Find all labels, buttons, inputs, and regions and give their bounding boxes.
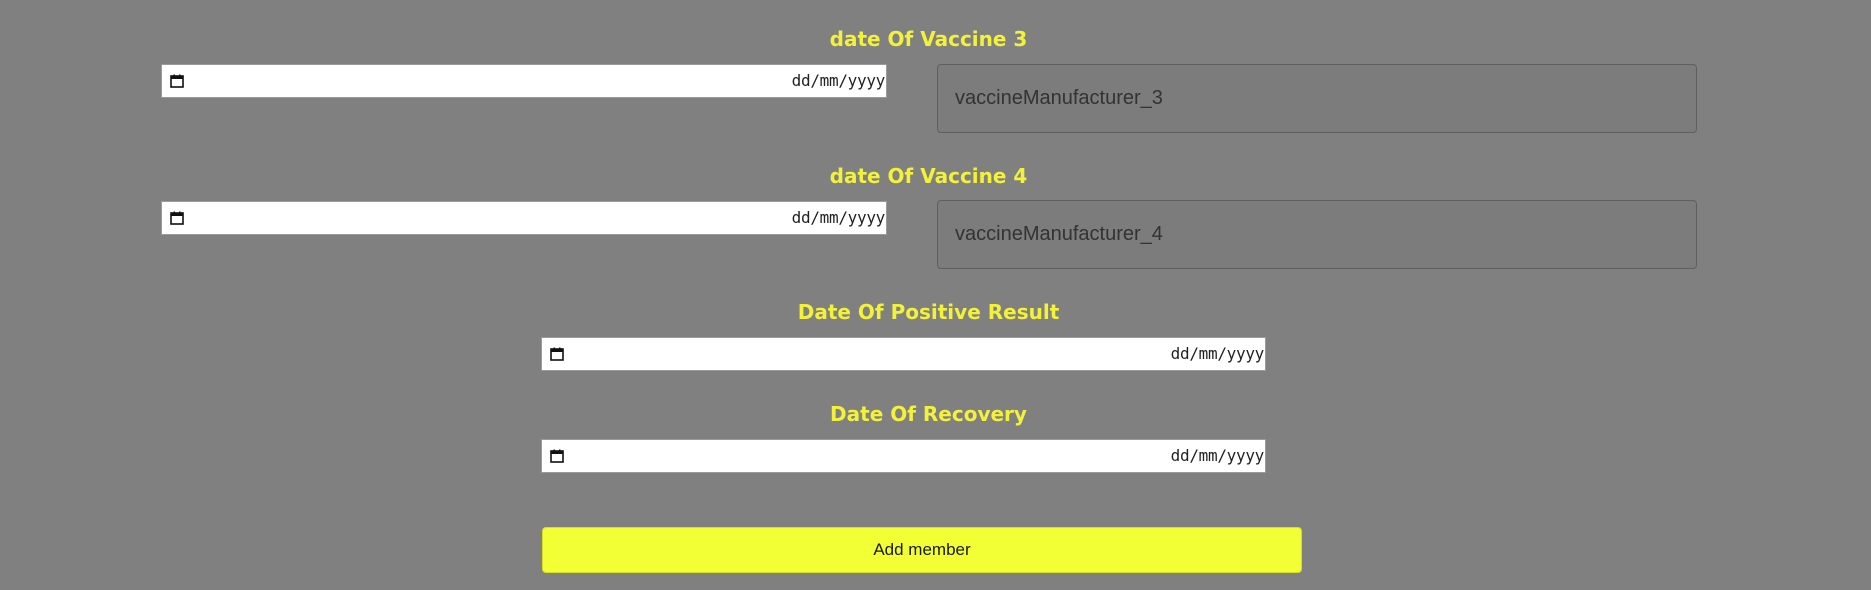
date-of-positive-result-input[interactable]: dd/mm/yyyy [541, 337, 1266, 371]
date-of-vaccine-3-label: date Of Vaccine 3 [829, 27, 1028, 51]
calendar-icon[interactable] [550, 347, 564, 361]
date-of-vaccine-4-label: date Of Vaccine 4 [829, 164, 1028, 188]
date-format-placeholder: dd/mm/yyyy [1170, 344, 1265, 363]
date-format-placeholder: dd/mm/yyyy [791, 71, 886, 90]
add-member-button[interactable]: Add member [542, 527, 1302, 573]
date-of-recovery-label: Date Of Recovery [830, 402, 1027, 426]
date-of-recovery-input[interactable]: dd/mm/yyyy [541, 439, 1266, 473]
calendar-icon[interactable] [550, 449, 564, 463]
date-of-vaccine-3-input[interactable]: dd/mm/yyyy [161, 64, 887, 98]
date-of-vaccine-4-input[interactable]: dd/mm/yyyy [161, 201, 887, 235]
date-of-positive-result-label: Date Of Positive Result [797, 300, 1060, 324]
date-format-placeholder: dd/mm/yyyy [1170, 446, 1265, 465]
calendar-icon[interactable] [170, 211, 184, 225]
calendar-icon[interactable] [170, 74, 184, 88]
date-format-placeholder: dd/mm/yyyy [791, 208, 886, 227]
vaccine-manufacturer-3-input[interactable] [937, 64, 1697, 133]
vaccine-manufacturer-4-input[interactable] [937, 200, 1697, 269]
